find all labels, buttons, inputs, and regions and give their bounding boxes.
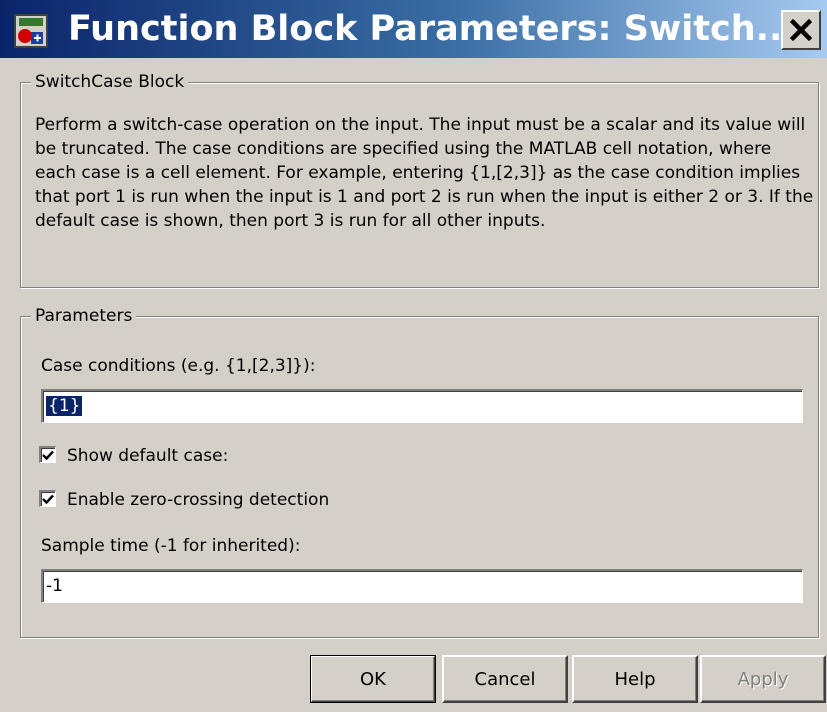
zero-crossing-checkbox[interactable] — [39, 490, 56, 507]
zero-crossing-label[interactable]: Enable zero-crossing detection — [67, 489, 329, 511]
close-button[interactable] — [781, 10, 821, 50]
block-group-legend: SwitchCase Block — [31, 71, 189, 93]
checkmark-icon — [42, 494, 54, 504]
sample-time-label: Sample time (-1 for inherited): — [41, 536, 301, 556]
title-bar[interactable]: Function Block Parameters: Switch... — [0, 0, 827, 58]
help-button[interactable]: Help — [572, 655, 698, 703]
sample-time-value: -1 — [46, 576, 63, 596]
show-default-case-label[interactable]: Show default case: — [67, 445, 228, 467]
checkmark-icon — [42, 450, 54, 460]
block-description-group: SwitchCase Block Perform a switch-case o… — [20, 71, 819, 288]
close-icon — [790, 19, 812, 41]
window-title: Function Block Parameters: Switch... — [68, 9, 796, 49]
sample-time-input[interactable]: -1 — [41, 569, 803, 603]
show-default-case-checkbox[interactable] — [39, 446, 56, 463]
block-description: Perform a switch-case operation on the i… — [35, 115, 814, 231]
case-conditions-value: {1} — [46, 396, 83, 416]
apply-button[interactable]: Apply — [700, 655, 826, 703]
ok-button[interactable]: OK — [310, 655, 436, 703]
cancel-button[interactable]: Cancel — [442, 655, 568, 703]
parameters-group-legend: Parameters — [31, 305, 137, 327]
simulink-block-icon — [14, 14, 48, 48]
case-conditions-input[interactable]: {1} — [41, 389, 803, 423]
parameters-group: Parameters Case conditions (e.g. {1,[2,3… — [20, 305, 819, 638]
case-conditions-label: Case conditions (e.g. {1,[2,3]}): — [41, 356, 316, 376]
